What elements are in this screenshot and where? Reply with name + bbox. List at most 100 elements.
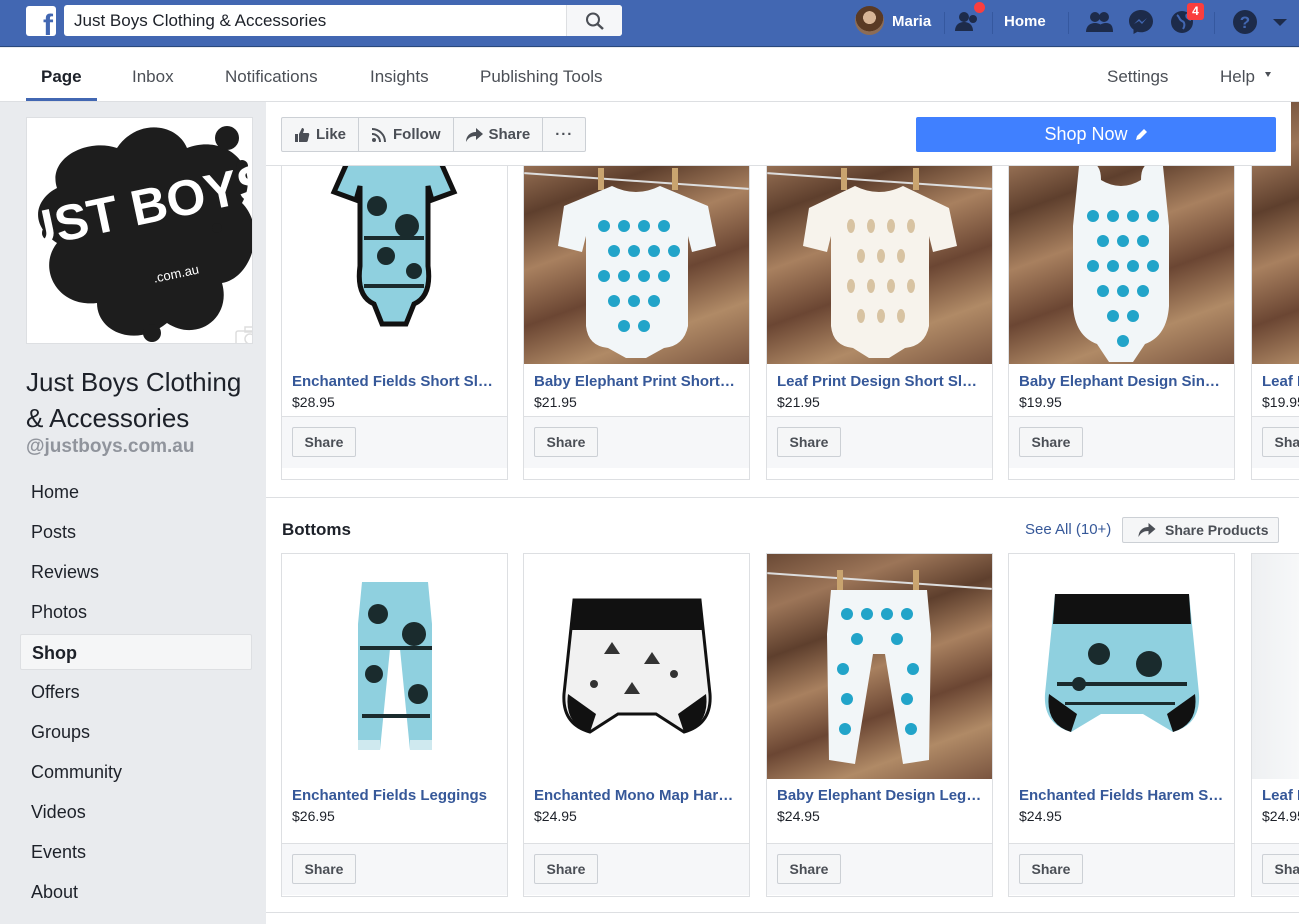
top-navigation-bar: f Maria Home 4 ? — [0, 0, 1299, 47]
camera-icon[interactable] — [235, 326, 253, 344]
tab-inbox[interactable]: Inbox — [132, 67, 174, 87]
product-share-button[interactable]: Share — [1262, 854, 1299, 884]
product-card-footer: Share — [1009, 843, 1234, 895]
account-menu-caret-icon[interactable] — [1270, 7, 1290, 37]
search-input[interactable] — [64, 5, 566, 36]
page-action-buttons: Like Follow Share ··· — [281, 117, 587, 152]
more-ellipsis-icon: ··· — [555, 126, 574, 143]
product-card[interactable]: Baby Elephant Design Leggings $24.95 Sha… — [766, 553, 993, 897]
product-name[interactable]: Enchanted Fields Leggings — [292, 787, 497, 804]
product-card-footer: Share — [282, 416, 507, 468]
see-all-link[interactable]: See All (10+) — [1025, 521, 1111, 538]
section-divider — [266, 497, 1299, 498]
product-price: $28.95 — [292, 394, 335, 410]
messenger-icon[interactable] — [1126, 7, 1156, 37]
sidebar-item-events[interactable]: Events — [20, 834, 252, 870]
product-image[interactable] — [524, 554, 749, 779]
shop-now-button[interactable]: Shop Now — [916, 117, 1276, 152]
sidebar-item-offers[interactable]: Offers — [20, 674, 252, 710]
product-share-button[interactable]: Share — [1262, 427, 1299, 457]
user-name-link[interactable]: Maria — [892, 13, 931, 30]
sidebar-item-groups[interactable]: Groups — [20, 714, 252, 750]
page-nav-list: Home Posts Reviews Photos Shop Offers Gr… — [20, 474, 252, 914]
home-link[interactable]: Home — [1004, 13, 1046, 30]
product-share-button[interactable]: Share — [1019, 427, 1083, 457]
product-card-footer: Share — [1252, 416, 1299, 468]
sidebar-item-shop[interactable]: Shop — [20, 634, 252, 670]
product-name[interactable]: Baby Elephant Design Leggings — [777, 787, 982, 804]
sidebar-item-about[interactable]: About — [20, 874, 252, 910]
product-price: $19.95 — [1262, 394, 1299, 410]
product-price: $26.95 — [292, 808, 335, 824]
tab-publishing-tools[interactable]: Publishing Tools — [480, 67, 603, 87]
product-price: $24.95 — [534, 808, 577, 824]
like-button[interactable]: Like — [282, 118, 360, 151]
product-image[interactable] — [1252, 554, 1299, 779]
active-tab-underline — [26, 98, 97, 101]
page-title[interactable]: Just Boys Clothing & Accessories — [26, 364, 256, 436]
sidebar-item-photos[interactable]: Photos — [20, 594, 252, 630]
page-username[interactable]: @justboys.com.au — [26, 436, 194, 458]
product-share-button[interactable]: Share — [1019, 854, 1083, 884]
product-card[interactable]: Enchanted Fields Leggings $26.95 Share — [281, 553, 508, 897]
tab-insights[interactable]: Insights — [370, 67, 429, 87]
like-label: Like — [316, 126, 347, 143]
product-share-button[interactable]: Share — [777, 427, 841, 457]
sidebar-item-reviews[interactable]: Reviews — [20, 554, 252, 590]
help-caret-icon[interactable] — [1265, 72, 1271, 77]
product-card[interactable]: Enchanted Mono Map Harem Shorts $24.95 S… — [523, 553, 750, 897]
tab-help[interactable]: Help — [1220, 67, 1255, 87]
user-avatar[interactable] — [855, 6, 884, 35]
product-share-button[interactable]: Share — [292, 854, 356, 884]
product-name[interactable]: Enchanted Mono Map Harem Shorts — [534, 787, 739, 804]
tab-page[interactable]: Page — [41, 67, 82, 87]
sidebar-item-posts[interactable]: Posts — [20, 514, 252, 550]
separator — [992, 12, 993, 34]
product-share-button[interactable]: Share — [777, 854, 841, 884]
share-arrow-icon — [465, 127, 483, 142]
sidebar-item-videos[interactable]: Videos — [20, 794, 252, 830]
product-card-footer: Share — [767, 843, 992, 895]
page-sidebar: JUST BOYS .com.au Just Boys Clothing & A… — [0, 102, 266, 924]
product-image[interactable] — [282, 554, 507, 779]
pencil-edit-icon — [1135, 128, 1147, 140]
product-image[interactable] — [767, 554, 992, 779]
product-price: $19.95 — [1019, 394, 1062, 410]
product-name[interactable]: Baby Elephant Design Singlet Bodysuit — [1019, 373, 1224, 390]
sidebar-item-community[interactable]: Community — [20, 754, 252, 790]
product-name[interactable]: Enchanted Fields Harem Shorts — [1019, 787, 1224, 804]
product-card-footer: Share — [1009, 416, 1234, 468]
tab-settings[interactable]: Settings — [1107, 67, 1168, 87]
sidebar-item-home[interactable]: Home — [20, 474, 252, 510]
separator — [1214, 12, 1215, 34]
rss-follow-icon — [371, 127, 387, 142]
facebook-logo-icon[interactable]: f — [26, 6, 56, 36]
share-products-button[interactable]: Share Products — [1122, 517, 1280, 543]
page-profile-picture[interactable]: JUST BOYS .com.au — [26, 117, 253, 344]
product-name[interactable]: Leaf Print Design Leggings — [1262, 787, 1299, 804]
page-admin-tabs: Page Inbox Notifications Insights Publis… — [0, 48, 1299, 102]
product-share-button[interactable]: Share — [534, 427, 598, 457]
page-action-bar: Like Follow Share ··· Shop Now — [266, 102, 1291, 166]
product-share-button[interactable]: Share — [292, 427, 356, 457]
share-page-button[interactable]: Share — [454, 118, 544, 151]
product-card-footer: Share — [767, 416, 992, 468]
tab-notifications[interactable]: Notifications — [225, 67, 318, 87]
product-card[interactable]: Leaf Print Design Leggings $24.95 Share — [1251, 553, 1299, 897]
product-card-footer: Share — [282, 843, 507, 895]
more-options-button[interactable]: ··· — [543, 118, 585, 151]
product-name[interactable]: Baby Elephant Print Short Sleeve Bodysui… — [534, 373, 739, 390]
product-card-footer: Share — [1252, 843, 1299, 895]
product-card[interactable]: Enchanted Fields Harem Shorts $24.95 Sha… — [1008, 553, 1235, 897]
product-share-button[interactable]: Share — [534, 854, 598, 884]
separator — [1068, 12, 1069, 34]
search-button[interactable] — [566, 5, 622, 36]
help-question-icon[interactable]: ? — [1230, 7, 1260, 37]
product-image[interactable] — [1009, 554, 1234, 779]
product-price: $21.95 — [534, 394, 577, 410]
product-name[interactable]: Leaf Print Design Singlet Bodysuit — [1262, 373, 1299, 390]
friend-requests-icon[interactable] — [1084, 7, 1114, 37]
product-name[interactable]: Leaf Print Design Short Sleeve Bodysuit — [777, 373, 982, 390]
follow-button[interactable]: Follow — [359, 118, 454, 151]
product-name[interactable]: Enchanted Fields Short Sleeve Bodysuit — [292, 373, 497, 390]
